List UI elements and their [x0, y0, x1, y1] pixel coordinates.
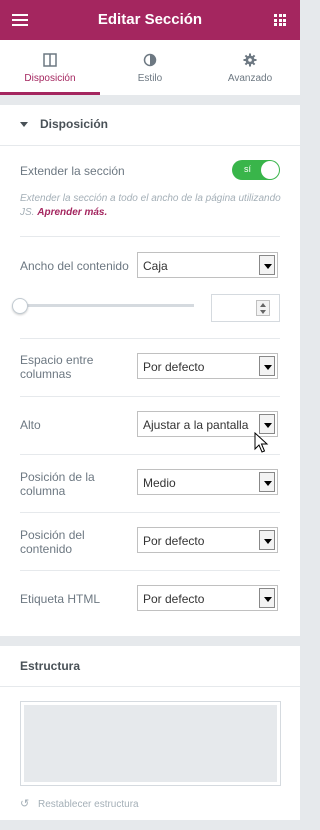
tab-style-label: Estilo: [137, 73, 163, 84]
reset-structure-button[interactable]: ↺ Restablecer estructura: [20, 797, 139, 810]
tab-style[interactable]: Estilo: [100, 40, 200, 95]
row-divider: [20, 454, 280, 455]
content-width-value: Caja: [143, 259, 168, 273]
content-position-label: Posición del contenido: [20, 528, 85, 556]
grid-icon[interactable]: [274, 14, 286, 26]
panel-title: Editar Sección: [97, 11, 203, 28]
column-position-value: Medio: [143, 476, 176, 490]
panel-header: Editar Sección: [0, 0, 300, 40]
column-gap-value: Por defecto: [143, 360, 205, 374]
toggle-knob: [261, 161, 279, 179]
column-position-label: Posición de la columna: [20, 470, 95, 498]
caret-down-icon: [20, 122, 28, 127]
html-tag-value: Por defecto: [143, 592, 205, 606]
tab-advanced[interactable]: Avanzado: [200, 40, 300, 95]
column-gap-label: Espacio entre columnas: [20, 353, 94, 381]
structure-preview-column: [24, 705, 277, 782]
structure-section-title: Estructura: [20, 659, 81, 673]
mouse-cursor-icon: [254, 432, 269, 453]
dropdown-arrow-icon: [259, 530, 275, 550]
width-slider-track[interactable]: [20, 304, 194, 307]
html-tag-label: Etiqueta HTML: [20, 592, 101, 606]
column-position-select[interactable]: Medio: [137, 469, 278, 495]
section-divider: [0, 145, 300, 146]
structure-preview[interactable]: [20, 701, 281, 786]
content-position-select[interactable]: Por defecto: [137, 527, 278, 553]
section-divider: [0, 686, 300, 687]
gear-icon: [243, 53, 257, 67]
height-value: Ajustar a la pantalla: [143, 418, 249, 432]
dropdown-arrow-icon: [259, 588, 275, 608]
columns-icon: [43, 53, 57, 67]
dropdown-arrow-icon: [259, 472, 275, 492]
height-label: Alto: [20, 418, 41, 432]
tab-bar: Disposición Estilo Avanzado: [0, 40, 300, 95]
row-divider: [20, 338, 280, 339]
content-width-label: Ancho del contenido: [20, 259, 129, 273]
content-position-value: Por defecto: [143, 534, 205, 548]
layout-section-header[interactable]: Disposición: [0, 105, 300, 145]
width-slider-handle[interactable]: [12, 298, 28, 314]
content-width-select[interactable]: Caja: [137, 252, 278, 278]
html-tag-select[interactable]: Por defecto: [137, 585, 278, 611]
spinner-up-icon[interactable]: [260, 303, 266, 307]
tab-advanced-label: Avanzado: [227, 73, 273, 84]
row-divider: [20, 570, 280, 571]
reset-structure-label: Restablecer estructura: [38, 799, 139, 810]
stretch-description: Extender la sección a todo el ancho de l…: [20, 192, 282, 220]
column-gap-select[interactable]: Por defecto: [137, 353, 278, 379]
tab-layout-label: Disposición: [24, 73, 76, 84]
width-number-input[interactable]: [211, 294, 280, 322]
reset-icon: ↺: [20, 798, 30, 810]
row-divider: [20, 396, 280, 397]
dropdown-arrow-icon: [259, 255, 275, 275]
tab-layout[interactable]: Disposición: [0, 40, 100, 95]
dropdown-arrow-icon: [259, 356, 275, 376]
contrast-icon: [143, 53, 157, 67]
spinner-down-icon[interactable]: [260, 310, 266, 314]
learn-more-link[interactable]: Aprender más.: [37, 207, 107, 218]
stretch-label: Extender la sección: [20, 164, 125, 178]
row-divider: [20, 512, 280, 513]
number-spinner[interactable]: [256, 300, 270, 316]
toggle-text: sí: [244, 164, 252, 174]
dropdown-arrow-icon: [259, 414, 275, 434]
row-divider: [20, 236, 280, 237]
stretch-toggle[interactable]: sí: [232, 160, 280, 180]
layout-section-title: Disposición: [40, 117, 109, 131]
